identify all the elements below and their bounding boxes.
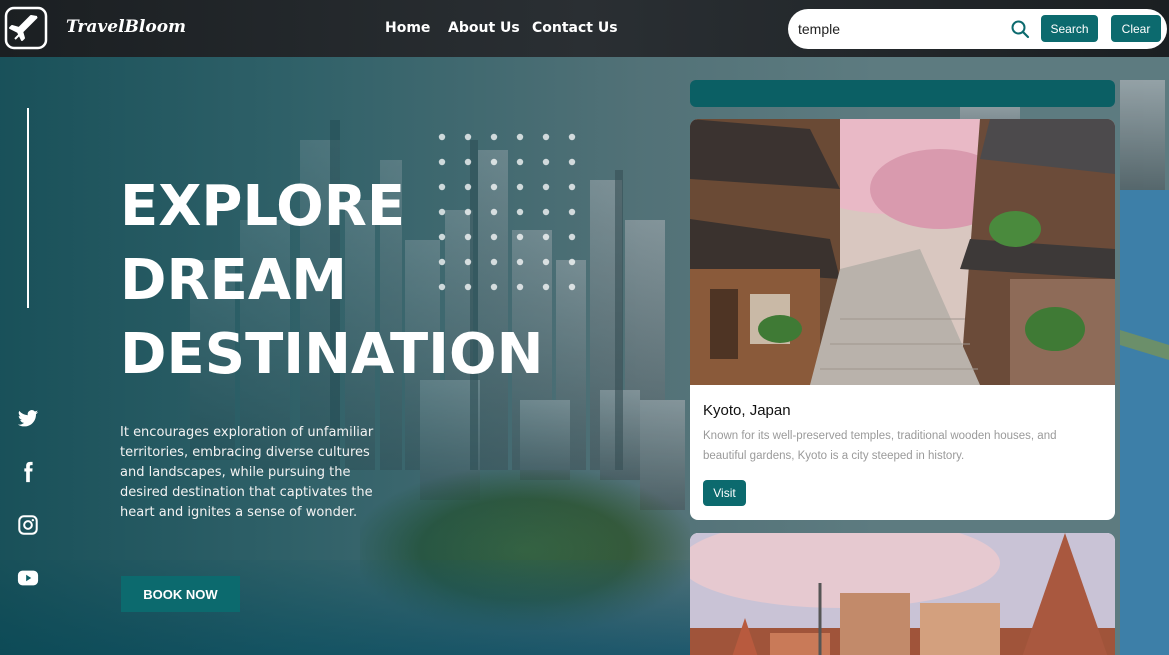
search-bar: Search Clear <box>788 9 1167 49</box>
decorative-dot <box>516 158 524 166</box>
brand-name[interactable]: TravelBloom <box>66 17 186 37</box>
kyoto-street-image <box>690 119 1115 385</box>
decorative-dot <box>568 158 576 166</box>
twitter-icon[interactable] <box>17 408 39 430</box>
hero-title-line: EXPLORE <box>120 174 406 239</box>
decorative-divider <box>27 108 29 308</box>
top-navbar: TravelBloom Home About Us Contact Us Sea… <box>0 0 1169 57</box>
instagram-icon[interactable] <box>17 514 39 536</box>
nav-link-about[interactable]: About Us <box>448 20 520 36</box>
destination-card <box>690 533 1115 655</box>
decorative-dot <box>438 133 446 141</box>
hero-title-line: DESTINATION <box>120 322 544 387</box>
search-icon[interactable] <box>1010 19 1030 39</box>
decorative-dot <box>568 133 576 141</box>
hero-title: EXPLORE DREAM DESTINATION <box>120 170 640 392</box>
nav-link-contact[interactable]: Contact Us <box>532 20 618 36</box>
hero-title-line: DREAM <box>120 248 347 313</box>
decorative-dot <box>464 158 472 166</box>
search-button[interactable]: Search <box>1041 15 1098 42</box>
book-now-button[interactable]: BOOK NOW <box>121 576 240 612</box>
visit-button[interactable]: Visit <box>703 480 746 506</box>
card-description: Known for its well-preserved temples, tr… <box>703 430 1057 462</box>
decorative-dot <box>542 133 550 141</box>
temple-city-image <box>690 533 1115 655</box>
hero-description: It encourages exploration of unfamiliar … <box>120 425 374 520</box>
facebook-icon[interactable] <box>17 461 39 483</box>
decorative-dot <box>516 133 524 141</box>
nav-link-home[interactable]: Home <box>385 20 430 36</box>
card-title: Kyoto, Japan <box>703 402 791 419</box>
decorative-dot <box>490 158 498 166</box>
decorative-dot <box>490 133 498 141</box>
results-header-bar <box>690 80 1115 107</box>
airplane-icon[interactable] <box>4 6 48 50</box>
youtube-icon[interactable] <box>17 567 39 589</box>
destination-card: Kyoto, Japan Known for its well-preserve… <box>690 119 1115 520</box>
search-input[interactable] <box>798 17 998 41</box>
decorative-dot <box>438 158 446 166</box>
decorative-dot <box>542 158 550 166</box>
decorative-dot <box>464 133 472 141</box>
clear-button[interactable]: Clear <box>1111 15 1161 42</box>
